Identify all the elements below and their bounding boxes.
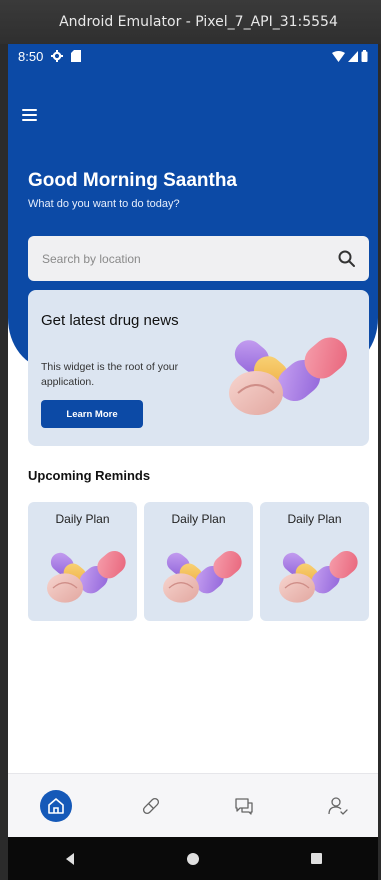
nav-pills-button[interactable] <box>133 788 169 824</box>
search-icon[interactable] <box>337 249 357 269</box>
reminder-card[interactable]: Daily Plan <box>144 502 253 621</box>
greeting-title: Good Morning Saantha <box>28 170 237 191</box>
upcoming-reminds-title: Upcoming Reminds <box>28 468 151 483</box>
back-icon[interactable] <box>63 852 77 866</box>
search-placeholder: Search by location <box>42 251 141 266</box>
nav-profile-button[interactable] <box>320 788 356 824</box>
reminder-label: Daily Plan <box>171 512 226 526</box>
menu-button[interactable] <box>22 103 46 127</box>
drug-news-card: Get latest drug news This widget is the … <box>28 290 369 446</box>
status-time: 8:50 <box>18 48 44 64</box>
battery-icon <box>361 50 368 62</box>
bottom-navigation <box>8 773 378 838</box>
pill-icon <box>142 797 160 815</box>
nav-home-button[interactable] <box>40 790 72 822</box>
pills-illustration <box>229 337 347 415</box>
pills-icon <box>163 550 242 603</box>
search-input[interactable]: Search by location <box>28 236 369 281</box>
reminder-label: Daily Plan <box>55 512 110 526</box>
reminder-label: Daily Plan <box>287 512 342 526</box>
greeting-subtitle: What do you want to do today? <box>28 198 180 210</box>
signal-icon <box>348 50 358 62</box>
chat-icon <box>235 798 253 815</box>
pills-icon <box>47 550 126 603</box>
system-navigation-bar <box>8 837 378 880</box>
emulator-window-title: Android Emulator - Pixel_7_API_31:5554 <box>0 0 381 44</box>
reminder-card[interactable]: Daily Plan <box>260 502 369 621</box>
news-card-text: This widget is the root of your applicat… <box>41 361 179 388</box>
sd-card-icon <box>71 50 82 62</box>
status-bar: 8:50 <box>8 44 378 68</box>
phone-screen: 8:50 Good Morning Saantha What do you wa… <box>8 44 378 880</box>
learn-more-button[interactable]: Learn More <box>41 400 143 428</box>
home-icon <box>48 798 64 814</box>
reminders-list: Daily Plan Daily Plan Daily Plan <box>28 502 369 622</box>
news-card-title: Get latest drug news <box>41 312 179 329</box>
settings-icon <box>51 50 64 62</box>
window-title-text: Android Emulator - Pixel_7_API_31:5554 <box>59 14 338 30</box>
reminder-card[interactable]: Daily Plan <box>28 502 137 621</box>
pills-icon <box>279 550 358 603</box>
home-circle-icon[interactable] <box>186 852 200 866</box>
wifi-icon <box>332 50 345 62</box>
nav-chat-button[interactable] <box>226 788 262 824</box>
recents-icon[interactable] <box>310 852 323 865</box>
user-check-icon <box>328 797 348 815</box>
